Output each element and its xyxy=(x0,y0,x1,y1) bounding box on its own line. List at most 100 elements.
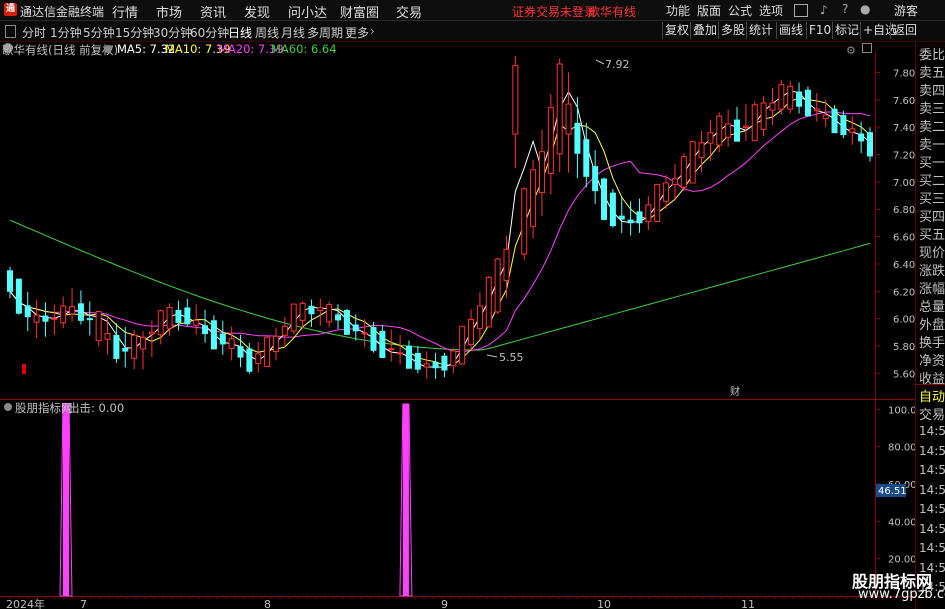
tab-trade[interactable]: 交易 xyxy=(919,404,945,423)
candle-body xyxy=(654,184,661,223)
period-30min[interactable]: 30分钟 xyxy=(153,24,192,41)
quote-field-17: 净资 xyxy=(919,354,945,369)
candle-body xyxy=(671,178,678,185)
quote-field-12: 涨跌 xyxy=(919,264,945,279)
menu-jiaoyi[interactable]: 交易 xyxy=(396,2,422,21)
candle-body xyxy=(849,128,856,133)
candle-body xyxy=(813,108,820,112)
ind-label: 100.0 xyxy=(888,405,915,416)
candle-body xyxy=(627,219,634,224)
candle-body xyxy=(441,355,448,371)
ma60-line xyxy=(9,219,871,351)
candle-body xyxy=(663,182,670,202)
candle-body xyxy=(379,330,386,358)
back-button[interactable]: 返回 xyxy=(890,22,919,39)
candle-body xyxy=(326,304,333,323)
kline-chart[interactable]: 7.80 7.60 7.40 7.20 7.00 6.80 6.60 6.40 6.20 6.00… xyxy=(0,42,915,609)
candle-body xyxy=(512,65,519,135)
fuquan-button[interactable]: 复权 xyxy=(662,22,691,39)
candle-body xyxy=(202,325,209,335)
candle-body xyxy=(618,215,625,220)
help-icon[interactable]: ? xyxy=(842,2,848,16)
quote-field-14: 总量 xyxy=(919,300,945,315)
candle-body xyxy=(547,107,554,175)
menu-hangqing[interactable]: 行情 xyxy=(112,2,138,21)
app-logo-icon: 通 xyxy=(4,3,17,16)
menu-xuanxiang[interactable]: 选项 xyxy=(759,2,783,19)
quote-field-1: 卖五 xyxy=(919,66,945,81)
candle-body xyxy=(15,278,22,314)
guest-label[interactable]: 游客 xyxy=(894,2,918,19)
period-multi[interactable]: 多周期 xyxy=(307,24,343,41)
candle-body xyxy=(689,141,696,184)
message-icon[interactable] xyxy=(794,4,808,17)
candle-body xyxy=(24,305,31,318)
candle-body xyxy=(592,166,599,192)
candle-body xyxy=(858,133,865,142)
menu-gongneng[interactable]: 功能 xyxy=(666,2,690,19)
candle-body xyxy=(742,125,749,129)
menu-faxian[interactable]: 发现 xyxy=(244,2,270,21)
ma10-path xyxy=(9,97,871,366)
tab-auto[interactable]: 自动 xyxy=(919,386,945,405)
menu-zixun[interactable]: 资讯 xyxy=(200,2,226,21)
tick-time-5: 14:56 xyxy=(919,521,945,536)
more-chevron-icon[interactable]: › xyxy=(370,24,375,38)
candle-body xyxy=(361,332,368,335)
signal-spike-bar xyxy=(402,404,409,596)
period-1min[interactable]: 1分钟 xyxy=(50,24,82,41)
menu-shichang[interactable]: 市场 xyxy=(156,2,182,21)
user-icon[interactable]: ● xyxy=(860,2,870,16)
candle-body xyxy=(725,123,732,138)
f10-button[interactable]: F10 xyxy=(806,22,833,39)
quote-field-2: 卖四 xyxy=(919,84,945,99)
period-15min[interactable]: 15分钟 xyxy=(115,24,154,41)
quote-field-10: 买五 xyxy=(919,228,945,243)
candle-body xyxy=(166,306,173,329)
candle-body xyxy=(796,91,803,107)
quote-field-11: 现价 xyxy=(919,246,945,261)
fin-mark[interactable]: 财 xyxy=(730,385,740,398)
period-60min[interactable]: 60分钟 xyxy=(190,24,229,41)
trade-login-warning[interactable]: 证券交易未登录 xyxy=(512,3,596,20)
tick-time-2: 14:56 xyxy=(919,463,945,477)
candle-body xyxy=(822,114,829,119)
candle-body xyxy=(308,305,315,315)
draw-line-button[interactable]: 画线 xyxy=(776,22,805,39)
candle-body xyxy=(343,310,350,335)
mark-button[interactable]: 标记 xyxy=(832,22,861,39)
menu-gongshi[interactable]: 公式 xyxy=(728,2,752,19)
event-marker-icon[interactable] xyxy=(22,364,26,374)
indicator-name[interactable]: 股朋指标网 xyxy=(15,401,73,415)
menu-caifuquan[interactable]: 财富圈 xyxy=(340,2,379,21)
x-label-aug: 8 xyxy=(264,598,271,609)
panel-toggle-icon[interactable] xyxy=(5,25,16,38)
quote-field-6: 买一 xyxy=(919,156,945,171)
candle-body xyxy=(432,361,439,369)
candle-body xyxy=(33,314,40,323)
candle-body xyxy=(831,108,838,134)
menu-wenxiaoda[interactable]: 问小达 xyxy=(288,2,327,21)
pane-separator xyxy=(0,399,915,400)
period-more[interactable]: 更多 xyxy=(345,24,369,41)
candle-body xyxy=(804,89,811,117)
price-label: 5.80 xyxy=(893,342,915,353)
signal-spikes xyxy=(59,403,413,597)
period-daily[interactable]: 日线 xyxy=(228,24,252,41)
period-5min[interactable]: 5分钟 xyxy=(83,24,115,41)
bell-icon[interactable]: ♪ xyxy=(820,3,828,17)
candle-body xyxy=(131,334,138,359)
period-monthly[interactable]: 月线 xyxy=(281,24,305,41)
quote-field-3: 卖三 xyxy=(919,102,945,117)
stats-button[interactable]: 统计 xyxy=(746,22,775,39)
period-weekly[interactable]: 周线 xyxy=(255,24,279,41)
candle-body xyxy=(397,352,404,355)
overlay-button[interactable]: 叠加 xyxy=(690,22,719,39)
period-fenshi[interactable]: 分时 xyxy=(22,24,46,41)
multi-stock-button[interactable]: 多股 xyxy=(718,22,747,39)
candle-body xyxy=(184,307,191,325)
menu-banmian[interactable]: 版面 xyxy=(697,2,721,19)
tick-time-1: 14:56 xyxy=(919,443,945,458)
indicator-toggle-icon[interactable] xyxy=(4,403,12,411)
title-bar: 通 通达信金融终端 行情 市场 资讯 发现 问小达 财富圈 交易 证券交易未登录… xyxy=(0,0,945,21)
